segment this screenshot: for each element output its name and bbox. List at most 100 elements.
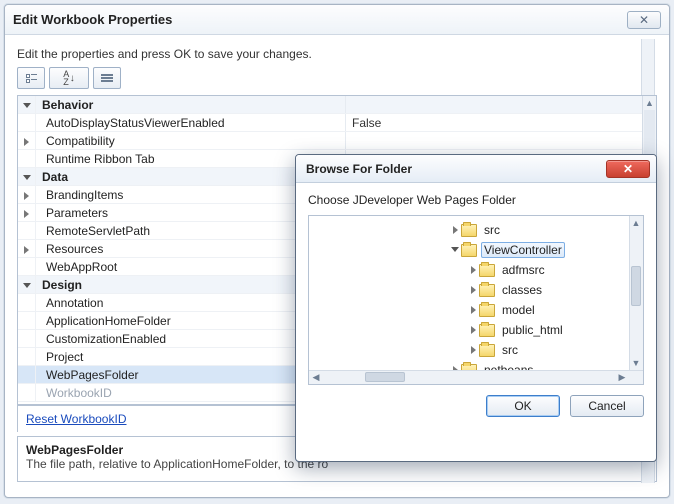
chevron-down-icon xyxy=(451,247,459,252)
chevron-right-icon xyxy=(471,306,476,314)
expand-toggle xyxy=(18,258,36,275)
tree-node[interactable]: classes xyxy=(309,280,629,300)
folder-icon xyxy=(479,284,495,297)
chevron-down-icon xyxy=(23,283,31,288)
ok-button[interactable]: OK xyxy=(486,395,560,417)
tree-vscroll-thumb[interactable] xyxy=(631,266,641,306)
tree-expand-toggle[interactable] xyxy=(449,245,461,256)
tree-expand-toggle[interactable] xyxy=(467,325,479,336)
chevron-right-icon xyxy=(24,192,29,200)
tree-node[interactable]: src xyxy=(309,340,629,360)
expand-toggle[interactable] xyxy=(18,168,36,185)
cancel-button-label: Cancel xyxy=(588,399,625,413)
chevron-right-icon xyxy=(24,246,29,254)
reset-workbook-id-link[interactable]: Reset WorkbookID xyxy=(26,412,126,426)
expand-toggle xyxy=(18,222,36,239)
main-close-button[interactable]: ✕ xyxy=(627,11,661,29)
folder-icon xyxy=(461,244,477,257)
sort-az-icon: AZ↓ xyxy=(63,70,75,86)
tree-node[interactable]: src xyxy=(309,220,629,240)
ok-button-label: OK xyxy=(514,399,531,413)
scroll-up-icon[interactable]: ▲ xyxy=(643,96,656,110)
main-instruction: Edit the properties and press OK to save… xyxy=(17,47,657,61)
tree-node-label: model xyxy=(499,302,538,318)
chevron-down-icon xyxy=(23,175,31,180)
cancel-button[interactable]: Cancel xyxy=(570,395,644,417)
close-icon: ✕ xyxy=(623,162,633,176)
property-pages-button[interactable] xyxy=(93,67,121,89)
property-toolbar: AZ↓ xyxy=(17,67,657,89)
expand-toggle xyxy=(18,150,36,167)
property-category-row[interactable]: Behavior xyxy=(18,96,642,114)
browse-for-folder-dialog: Browse For Folder ✕ Choose JDeveloper We… xyxy=(295,154,657,462)
dialog-close-button[interactable]: ✕ xyxy=(606,160,650,178)
chevron-right-icon xyxy=(24,210,29,218)
expand-toggle xyxy=(18,114,36,131)
property-row[interactable]: Compatibility xyxy=(18,132,642,150)
chevron-right-icon xyxy=(453,226,458,234)
dialog-instruction: Choose JDeveloper Web Pages Folder xyxy=(308,193,644,207)
chevron-down-icon xyxy=(23,103,31,108)
expand-toggle[interactable] xyxy=(18,276,36,293)
chevron-right-icon xyxy=(471,266,476,274)
property-row[interactable]: AutoDisplayStatusViewerEnabledFalse xyxy=(18,114,642,132)
property-value[interactable]: False xyxy=(346,114,642,131)
expand-toggle xyxy=(18,330,36,347)
chevron-right-icon xyxy=(471,326,476,334)
expand-toggle xyxy=(18,312,36,329)
property-value[interactable] xyxy=(346,132,642,149)
folder-icon xyxy=(479,344,495,357)
folder-tree: src ViewController adfmsrc classes model publ… xyxy=(308,215,644,385)
property-name: Behavior xyxy=(36,96,346,113)
chevron-right-icon xyxy=(471,346,476,354)
dialog-button-row: OK Cancel xyxy=(308,385,644,417)
tree-scroll-down-icon[interactable]: ▼ xyxy=(629,356,643,370)
tree-scroll-left-icon[interactable]: ◀ xyxy=(309,370,323,384)
tree-horizontal-scrollbar[interactable] xyxy=(309,370,643,384)
tree-node-label: ViewController xyxy=(481,242,565,258)
expand-toggle[interactable] xyxy=(18,132,36,149)
tree-node[interactable]: public_html xyxy=(309,320,629,340)
expand-toggle xyxy=(18,384,36,401)
tree-expand-toggle[interactable] xyxy=(467,345,479,356)
folder-icon xyxy=(479,324,495,337)
expand-toggle xyxy=(18,348,36,365)
expand-toggle xyxy=(18,366,36,383)
expand-toggle[interactable] xyxy=(18,96,36,113)
tree-node-label: src xyxy=(481,222,503,238)
tree-node-label: public_html xyxy=(499,322,566,338)
tree-node-label: classes xyxy=(499,282,545,298)
folder-icon xyxy=(461,224,477,237)
tree-node[interactable]: adfmsrc xyxy=(309,260,629,280)
tree-node[interactable]: model xyxy=(309,300,629,320)
expand-toggle[interactable] xyxy=(18,204,36,221)
dialog-title: Browse For Folder xyxy=(306,162,606,176)
chevron-right-icon xyxy=(471,286,476,294)
expand-toggle xyxy=(18,294,36,311)
categorized-button[interactable] xyxy=(17,67,45,89)
expand-toggle[interactable] xyxy=(18,240,36,257)
property-name: AutoDisplayStatusViewerEnabled xyxy=(36,114,346,131)
tree-node-label: adfmsrc xyxy=(499,262,548,278)
pages-icon xyxy=(101,74,113,82)
folder-icon xyxy=(479,264,495,277)
expand-toggle[interactable] xyxy=(18,186,36,203)
tree-node[interactable]: ViewController xyxy=(309,240,629,260)
close-icon: ✕ xyxy=(639,13,649,27)
tree-expand-toggle[interactable] xyxy=(467,305,479,316)
main-title: Edit Workbook Properties xyxy=(13,12,627,27)
property-value xyxy=(346,96,642,113)
tree-expand-toggle[interactable] xyxy=(467,285,479,296)
chevron-right-icon xyxy=(24,138,29,146)
tree-hscroll-thumb[interactable] xyxy=(365,372,405,382)
dialog-body: Choose JDeveloper Web Pages Folder src Vi… xyxy=(296,183,656,425)
dialog-titlebar: Browse For Folder ✕ xyxy=(296,155,656,183)
folder-icon xyxy=(479,304,495,317)
tree-expand-toggle[interactable] xyxy=(467,265,479,276)
alphabetical-sort-button[interactable]: AZ↓ xyxy=(49,67,89,89)
tree-scroll-up-icon[interactable]: ▲ xyxy=(629,216,643,230)
tree-expand-toggle[interactable] xyxy=(449,225,461,236)
categorized-icon xyxy=(26,74,37,83)
tree-scroll-right-icon[interactable]: ▶ xyxy=(615,370,629,384)
main-titlebar: Edit Workbook Properties ✕ xyxy=(5,5,669,35)
